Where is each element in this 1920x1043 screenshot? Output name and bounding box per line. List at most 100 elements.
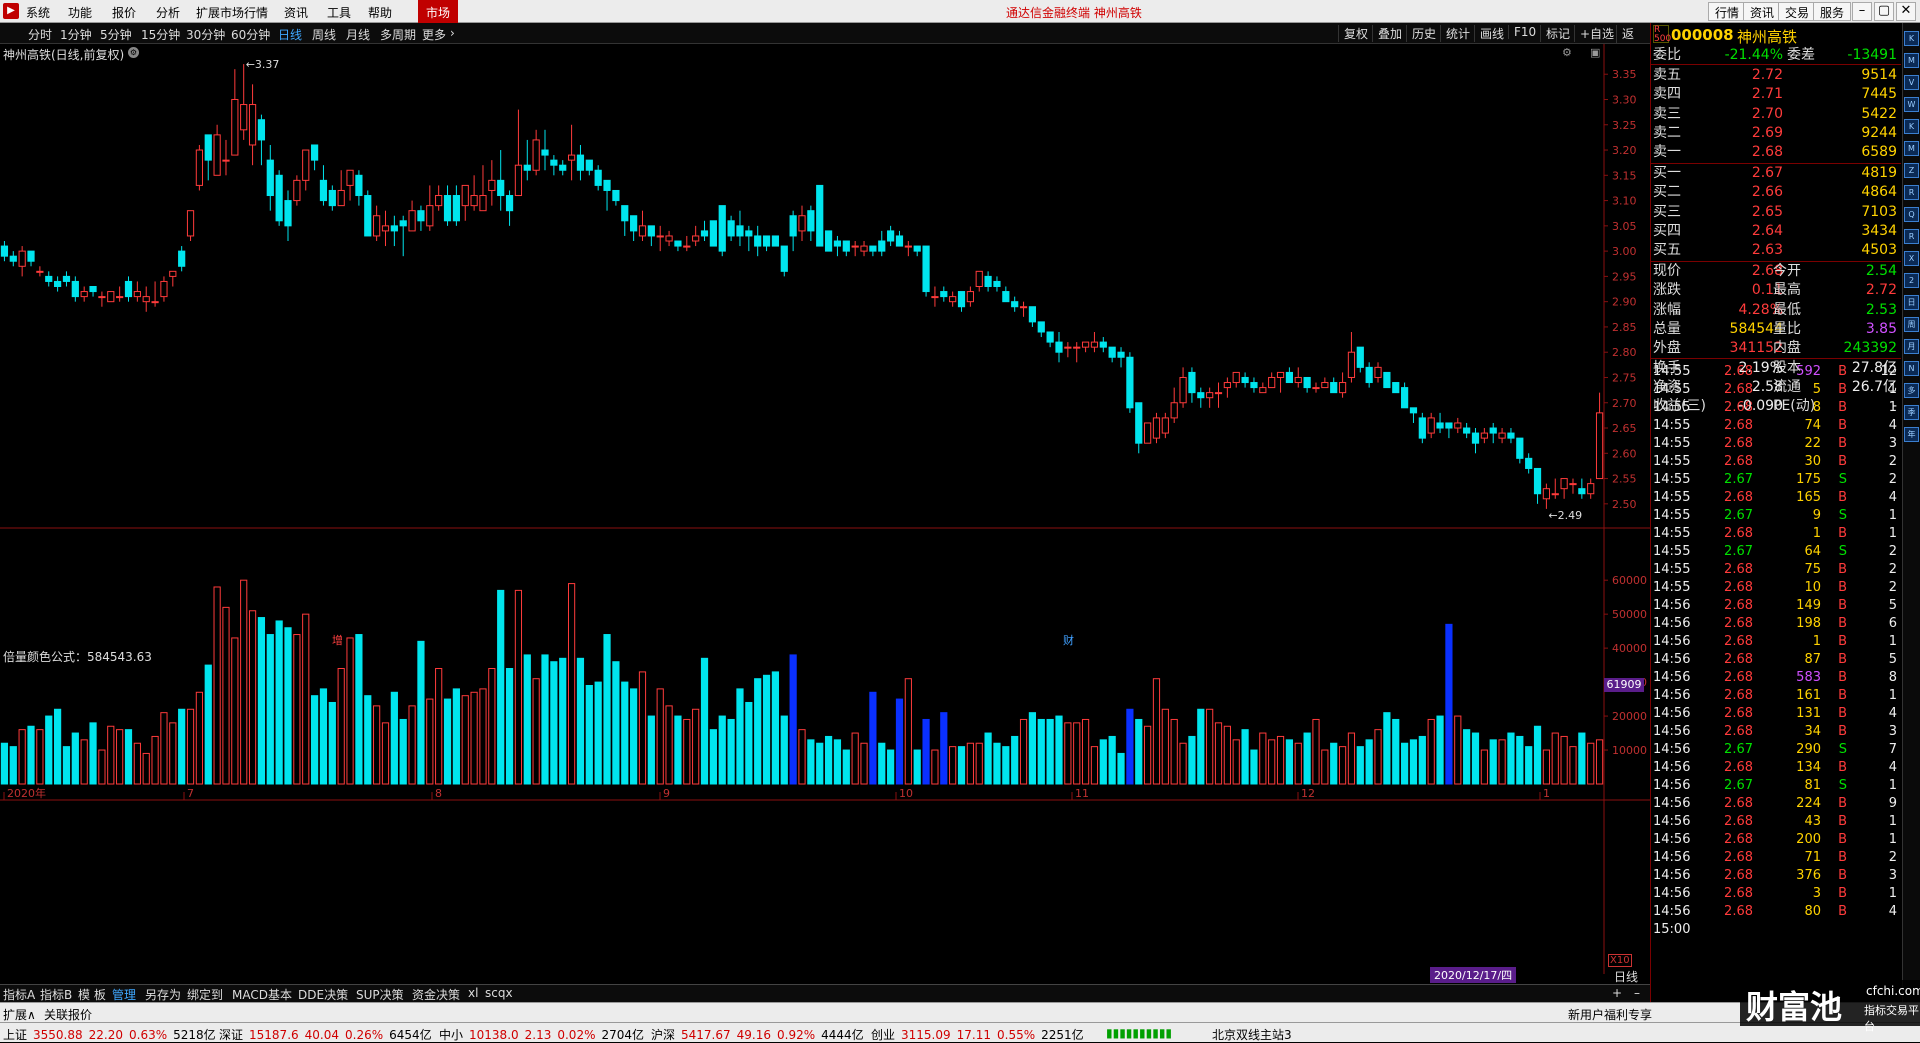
tab-scqx[interactable]: scqx: [485, 986, 513, 1000]
ask-row[interactable]: 卖三 2.70 5422: [1651, 105, 1901, 124]
candle-body: [1312, 387, 1320, 390]
tab-xl[interactable]: xl: [468, 986, 478, 1000]
minimize-icon[interactable]: –: [1852, 2, 1872, 21]
menu-item-extended-market[interactable]: 扩展市场行情: [196, 4, 268, 21]
bid-row[interactable]: 买五 2.63 4503: [1651, 241, 1901, 260]
side-tool-icon[interactable]: V: [1904, 75, 1919, 90]
promo-link[interactable]: 新用户福利专享: [1568, 1006, 1652, 1023]
history-button[interactable]: 历史: [1406, 25, 1441, 42]
menu-item-system[interactable]: 系统: [26, 4, 50, 21]
side-tool-icon[interactable]: 多: [1904, 383, 1919, 398]
index-item-1[interactable]: 深证 15187.6 40.04 0.26% 6454亿: [219, 1026, 438, 1043]
side-tool-icon[interactable]: K: [1904, 119, 1919, 134]
index-item-2[interactable]: 中小 10138.0 2.13 0.02% 2704亿: [439, 1026, 650, 1043]
maximize-icon[interactable]: ▢: [1874, 2, 1894, 21]
menu-item-analysis[interactable]: 分析: [156, 4, 180, 21]
tab-manage[interactable]: 管理: [112, 986, 136, 1003]
period-multi[interactable]: 多周期: [380, 26, 416, 43]
candle-body: [966, 291, 974, 303]
period-more[interactable]: 更多: [422, 26, 446, 43]
tab-indicator-a[interactable]: 指标A: [3, 986, 35, 1003]
period-1min[interactable]: 1分钟: [60, 26, 92, 43]
ask-row[interactable]: 卖一 2.68 6589: [1651, 143, 1901, 162]
side-tool-icon[interactable]: Q: [1904, 207, 1919, 222]
zoom-out-icon[interactable]: –: [1634, 986, 1640, 1000]
draw-button[interactable]: 画线: [1474, 25, 1509, 42]
tab-indicator-b[interactable]: 指标B: [40, 986, 72, 1003]
bid-row[interactable]: 买二 2.66 4864: [1651, 183, 1901, 202]
side-tool-icon[interactable]: M: [1904, 53, 1919, 68]
side-tool-icon[interactable]: 日: [1904, 295, 1919, 310]
volume-bar: [80, 739, 88, 785]
bid-row[interactable]: 买四 2.64 3434: [1651, 222, 1901, 241]
menu-item-function[interactable]: 功能: [68, 4, 92, 21]
marker-cai[interactable]: 财: [1063, 632, 1074, 648]
period-15min[interactable]: 15分钟: [141, 26, 180, 43]
tab-macd[interactable]: MACD基本: [232, 986, 292, 1003]
kline-chart-area[interactable]: 神州高铁(日线,前复权) ⚙ ⚙ ▣ 倍量颜色公式：584543.63 3.35…: [0, 44, 1650, 984]
side-tool-icon[interactable]: 2: [1904, 273, 1919, 288]
period-30min[interactable]: 30分钟: [186, 26, 225, 43]
tick-list[interactable]: 14:55 2.68 592 B 12 14:55 2.68 5 B 1 14:55 2.68 8 B 1 1…: [1651, 363, 1901, 1039]
zoom-in-icon[interactable]: +: [1612, 986, 1622, 1000]
related-quote-button[interactable]: 关联报价: [44, 1006, 92, 1023]
tab-sup[interactable]: SUP决策: [356, 986, 404, 1003]
period-monthly[interactable]: 月线: [346, 26, 370, 43]
bid-row[interactable]: 买三 2.65 7103: [1651, 203, 1901, 222]
side-tool-icon[interactable]: Z: [1904, 163, 1919, 178]
tab-dde[interactable]: DDE决策: [298, 986, 348, 1003]
menu-item-help[interactable]: 帮助: [368, 4, 392, 21]
volume-bar: [692, 708, 700, 785]
f10-button[interactable]: F10: [1508, 25, 1541, 39]
side-tool-icon[interactable]: 周: [1904, 317, 1919, 332]
side-tool-icon[interactable]: 年: [1904, 427, 1919, 442]
tab-bind-to[interactable]: 绑定到: [187, 986, 223, 1003]
stats-button[interactable]: 统计: [1440, 25, 1475, 42]
tab-save-as[interactable]: 另存为: [145, 986, 181, 1003]
side-tool-icon[interactable]: X: [1904, 251, 1919, 266]
marker-zeng[interactable]: 增: [332, 632, 343, 648]
side-tool-icon[interactable]: K: [1904, 31, 1919, 46]
quote-tab-button[interactable]: 行情: [1708, 2, 1747, 21]
overlay-button[interactable]: 叠加: [1372, 25, 1407, 42]
side-tool-icon[interactable]: M: [1904, 141, 1919, 156]
bid-row[interactable]: 买一 2.67 4819: [1651, 164, 1901, 183]
close-icon[interactable]: ✕: [1896, 2, 1916, 21]
menu-item-tools[interactable]: 工具: [327, 4, 351, 21]
period-timeshare[interactable]: 分时: [28, 26, 52, 43]
service-tab-button[interactable]: 服务: [1813, 2, 1852, 21]
period-60min[interactable]: 60分钟: [231, 26, 270, 43]
expand-button[interactable]: 扩展∧: [3, 1006, 36, 1023]
volume-tick-label: 10000: [1612, 744, 1647, 757]
period-daily[interactable]: 日线: [278, 26, 302, 43]
period-5min[interactable]: 5分钟: [100, 26, 132, 43]
volume-bar: [479, 688, 487, 785]
mark-button[interactable]: 标记: [1540, 25, 1575, 42]
index-item-0[interactable]: 上证 3550.88 22.20 0.63% 5218亿: [3, 1026, 222, 1043]
side-tool-icon[interactable]: 季: [1904, 405, 1919, 420]
add-watchlist-button[interactable]: +自选: [1574, 25, 1619, 42]
index-item-4[interactable]: 创业 3115.09 17.11 0.55% 2251亿: [871, 1026, 1090, 1043]
ask-row[interactable]: 卖五 2.72 9514: [1651, 66, 1901, 85]
volume-bar: [1108, 735, 1116, 785]
menu-item-quote[interactable]: 报价: [112, 4, 136, 21]
ask-row[interactable]: 卖二 2.69 9244: [1651, 124, 1901, 143]
news-tab-button[interactable]: 资讯: [1743, 2, 1782, 21]
side-tool-icon[interactable]: 月: [1904, 339, 1919, 354]
side-tool-icon[interactable]: R: [1904, 229, 1919, 244]
trade-tab-button[interactable]: 交易: [1778, 2, 1817, 21]
side-tool-icon[interactable]: W: [1904, 97, 1919, 112]
period-weekly[interactable]: 周线: [312, 26, 336, 43]
tab-fund[interactable]: 资金决策: [412, 986, 460, 1003]
tab-template[interactable]: 模 板: [78, 986, 106, 1003]
chevron-right-icon[interactable]: ›: [450, 26, 455, 40]
side-tool-icon[interactable]: N: [1904, 361, 1919, 376]
ask-row[interactable]: 卖四 2.71 7445: [1651, 85, 1901, 104]
market-button[interactable]: 市场: [418, 0, 459, 23]
index-item-3[interactable]: 沪深 5417.67 49.16 0.92% 4444亿: [651, 1026, 870, 1043]
candle-body: [337, 189, 345, 207]
server-label[interactable]: 北京双线主站3: [1212, 1026, 1292, 1043]
adjust-button[interactable]: 复权: [1338, 25, 1373, 42]
side-tool-icon[interactable]: R: [1904, 185, 1919, 200]
menu-item-news[interactable]: 资讯: [284, 4, 308, 21]
